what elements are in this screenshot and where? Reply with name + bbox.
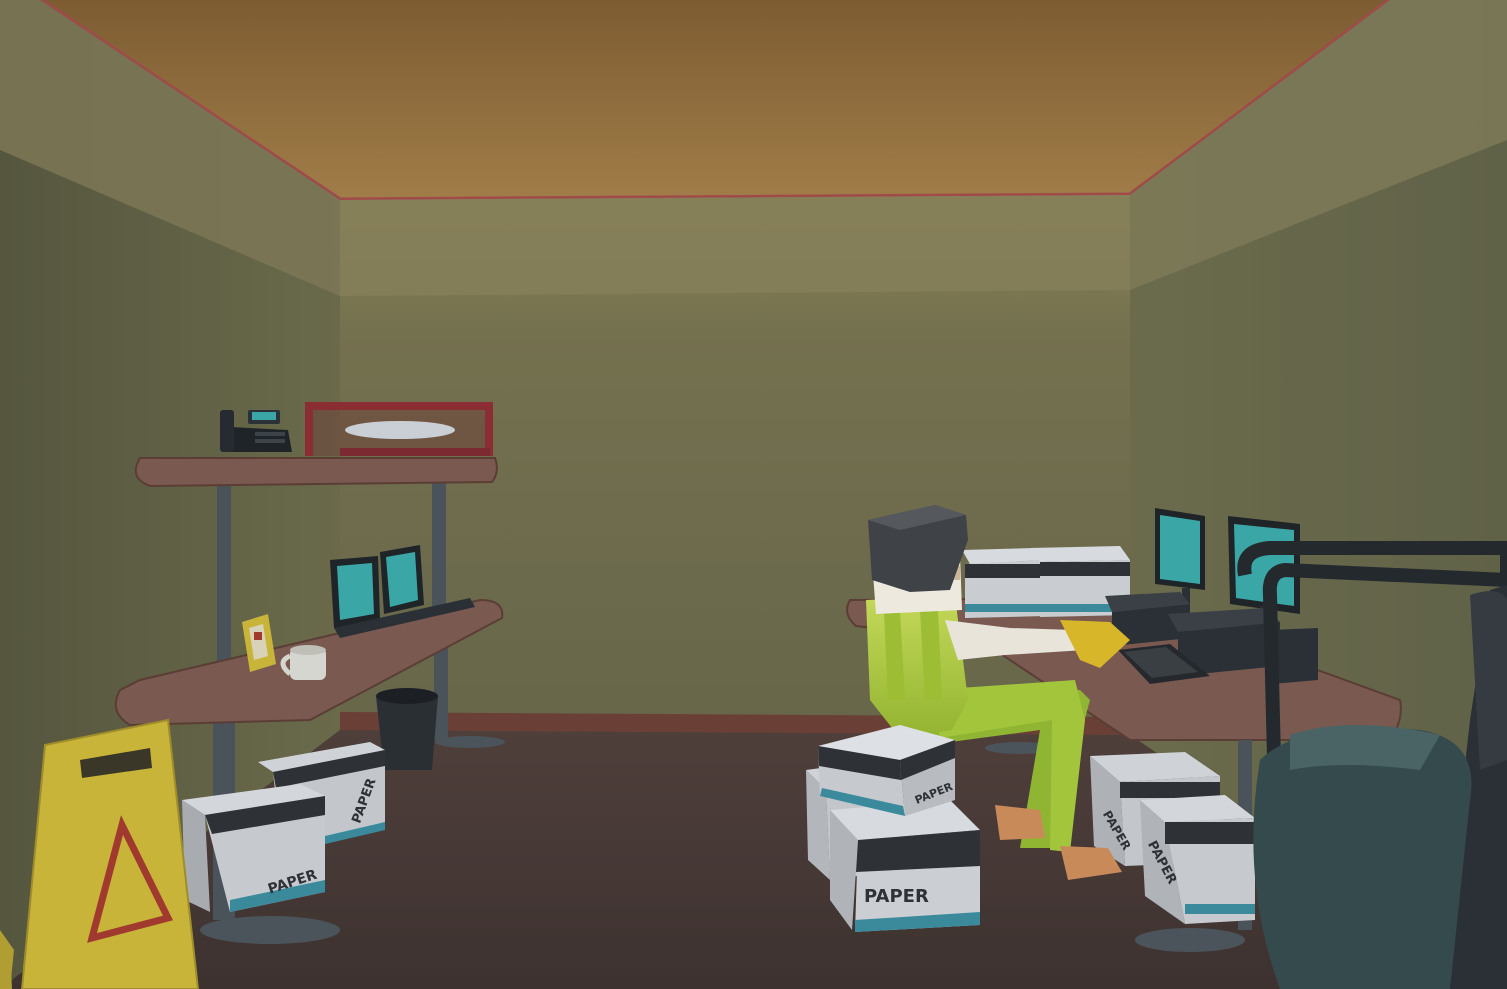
lower-desk-foot-back: [435, 736, 505, 748]
paper-box[interactable]: [962, 548, 1045, 618]
chair-seat-highlight: [1290, 725, 1440, 770]
glass-display-case[interactable]: [305, 402, 493, 456]
chair-seat: [1253, 728, 1472, 989]
upper-shelf-leg-left: [217, 478, 231, 688]
paper-box[interactable]: PAPER: [830, 800, 980, 932]
back-wall-upper-band: [340, 195, 1130, 296]
trash-bin[interactable]: [376, 688, 438, 770]
paper-box-stack[interactable]: PAPER PAPER: [806, 725, 980, 932]
worker-shoe: [995, 805, 1045, 840]
paper-box[interactable]: PAPER: [182, 784, 325, 912]
upper-shelf-leg-right: [432, 478, 446, 618]
right-desk-foot: [1135, 928, 1245, 952]
display-item: [345, 421, 455, 439]
upper-shelf: [134, 457, 498, 488]
paper-box-label: PAPER: [864, 886, 929, 907]
game-scene: PAPER PAPER PAPER PAPER PAPER PAPER: [0, 0, 1507, 989]
lower-desk-foot: [200, 916, 340, 944]
